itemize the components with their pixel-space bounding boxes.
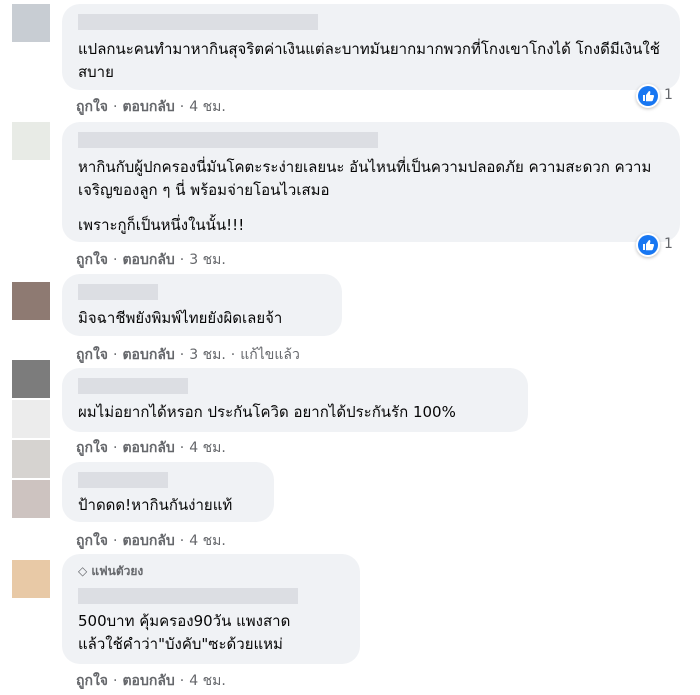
timestamp[interactable]: 4 ชม. (189, 673, 226, 689)
comment-text-secondary: เพราะกูก็เป็นหนึ่งในนั้น!!! (78, 216, 245, 234)
avatar[interactable] (12, 282, 50, 320)
comment-text: มิจฉาชีพยังพิมพ์ไทยยังผิดเลยจ้า (78, 309, 283, 327)
top-fan-badge: ◇ แฟนตัวยง (78, 564, 144, 578)
comment-actions: ถูกใจ · ตอบกลับ · 3 ชม. (76, 252, 226, 268)
timestamp[interactable]: 4 ชม. (189, 440, 226, 456)
avatar[interactable] (12, 360, 50, 398)
avatar-fragment (12, 400, 50, 438)
avatar[interactable] (12, 560, 50, 598)
comment-bubble: แปลกนะคนทำมาหากินสุจริตค่าเงินแต่ละบาทมั… (62, 4, 680, 90)
reaction-count: 1 (664, 87, 673, 103)
like-icon (638, 235, 658, 255)
reply-link[interactable]: ตอบกลับ (122, 440, 174, 456)
author-name-blurred[interactable] (78, 588, 298, 604)
reply-link[interactable]: ตอบกลับ (122, 533, 174, 549)
reply-link[interactable]: ตอบกลับ (122, 347, 174, 363)
author-name-blurred[interactable] (78, 14, 318, 30)
like-link[interactable]: ถูกใจ (76, 347, 108, 363)
comment-text: แปลกนะคนทำมาหากินสุจริตค่าเงินแต่ละบาทมั… (78, 40, 660, 81)
avatar-fragment (12, 480, 50, 518)
comment-text: ป้าดดด!หากินกันง่ายแท้ (78, 496, 233, 514)
comment-actions: ถูกใจ · ตอบกลับ · 4 ชม. (76, 440, 226, 456)
reaction-count: 1 (664, 236, 673, 252)
reply-link[interactable]: ตอบกลับ (122, 252, 174, 268)
like-icon (638, 86, 658, 106)
comment-text: ผมไม่อยากได้หรอก ประกันโควิด อยากได้ประก… (78, 403, 456, 421)
reaction-badge[interactable] (636, 233, 660, 257)
comment-text: หากินกับผู้ปกครองนี่มันโคตะระง่ายเลยนะ อ… (78, 158, 652, 199)
comment-bubble: มิจฉาชีพยังพิมพ์ไทยยังผิดเลยจ้า (62, 274, 342, 336)
author-name-blurred[interactable] (78, 378, 188, 394)
timestamp[interactable]: 4 ชม. (189, 99, 226, 115)
reply-link[interactable]: ตอบกลับ (122, 673, 174, 689)
avatar[interactable] (12, 4, 50, 42)
author-name-blurred[interactable] (78, 284, 158, 300)
author-name-blurred[interactable] (78, 472, 168, 488)
comment-bubble: ผมไม่อยากได้หรอก ประกันโควิด อยากได้ประก… (62, 368, 528, 432)
comment-actions: ถูกใจ · ตอบกลับ · 4 ชม. (76, 533, 226, 549)
comment-text: 500บาท คุ้มครอง90วัน แพงสาด แล้วใช้คำว่า… (78, 612, 291, 653)
avatar[interactable] (12, 122, 50, 160)
timestamp[interactable]: 3 ชม. (189, 347, 226, 363)
edited-label: แก้ไขแล้ว (240, 347, 300, 363)
comment-actions: ถูกใจ · ตอบกลับ · 3 ชม. · แก้ไขแล้ว (76, 347, 300, 363)
reaction-badge[interactable] (636, 84, 660, 108)
like-link[interactable]: ถูกใจ (76, 440, 108, 456)
like-link[interactable]: ถูกใจ (76, 533, 108, 549)
reply-link[interactable]: ตอบกลับ (122, 99, 174, 115)
timestamp[interactable]: 3 ชม. (189, 252, 226, 268)
avatar[interactable] (12, 440, 50, 478)
comment-bubble: ป้าดดด!หากินกันง่ายแท้ (62, 462, 274, 522)
like-link[interactable]: ถูกใจ (76, 99, 108, 115)
comment-actions: ถูกใจ · ตอบกลับ · 4 ชม. (76, 99, 226, 115)
comment-bubble: ◇ แฟนตัวยง 500บาท คุ้มครอง90วัน แพงสาด แ… (62, 554, 360, 664)
timestamp[interactable]: 4 ชม. (189, 533, 226, 549)
diamond-icon: ◇ (78, 564, 88, 578)
comment-actions: ถูกใจ · ตอบกลับ · 4 ชม. (76, 673, 226, 689)
like-link[interactable]: ถูกใจ (76, 252, 108, 268)
comment-bubble: หากินกับผู้ปกครองนี่มันโคตะระง่ายเลยนะ อ… (62, 122, 680, 242)
author-name-blurred[interactable] (78, 132, 378, 148)
like-link[interactable]: ถูกใจ (76, 673, 108, 689)
